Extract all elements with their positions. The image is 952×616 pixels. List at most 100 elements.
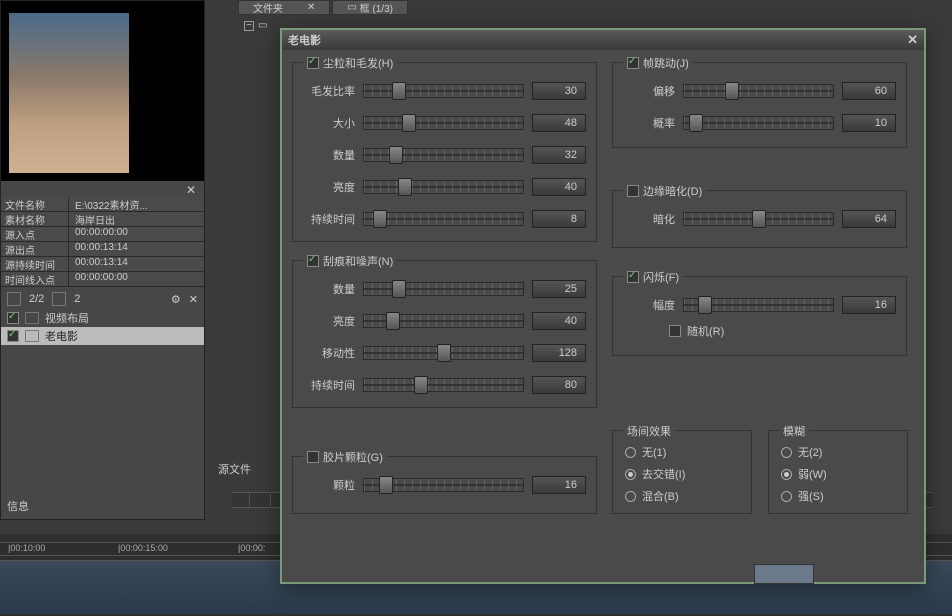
slider-row: 持续时间 8: [293, 203, 596, 235]
slider[interactable]: [683, 116, 834, 130]
slider-label: 大小: [303, 115, 355, 131]
slider[interactable]: [363, 314, 524, 328]
radio-label: 弱(W): [798, 466, 827, 482]
radio[interactable]: [781, 447, 792, 458]
slider-row: 亮度 40: [293, 305, 596, 337]
group-label: 胶片颗粒(G): [323, 449, 383, 465]
radio-option[interactable]: 强(S): [769, 485, 907, 507]
node-icon: ▭: [258, 20, 267, 31]
slider[interactable]: [363, 478, 524, 492]
close-icon[interactable]: ✕: [907, 32, 918, 48]
slider-row: 数量 32: [293, 139, 596, 171]
effect-item[interactable]: 视频布局: [1, 309, 204, 327]
slider-value[interactable]: 16: [532, 476, 586, 494]
property-label: 源出点: [1, 242, 69, 256]
radio[interactable]: [625, 469, 636, 480]
property-row: 源出点00:00:13:14: [1, 242, 204, 257]
random-checkbox-row: 随机(R): [613, 321, 906, 339]
radio-option[interactable]: 混合(B): [613, 485, 751, 507]
slider-row: 颗粒 16: [293, 469, 596, 501]
slider[interactable]: [363, 282, 524, 296]
slider-row: 移动性 128: [293, 337, 596, 369]
effect-icon: [25, 330, 39, 342]
checkbox[interactable]: [307, 451, 319, 463]
checkbox[interactable]: [669, 325, 681, 337]
play-icon[interactable]: [232, 493, 250, 507]
checkbox[interactable]: [627, 185, 639, 197]
checkbox[interactable]: [307, 255, 319, 267]
slider-row: 幅度 16: [613, 289, 906, 321]
slider[interactable]: [363, 212, 524, 226]
group-dust: 尘粒和毛发(H)毛发比率 30大小 48数量 32亮度 40持续时间 8: [292, 62, 597, 242]
tab-panel[interactable]: ▭ 框 (1/3): [332, 0, 408, 15]
slider-value[interactable]: 128: [532, 344, 586, 362]
page-index: 2: [74, 293, 80, 305]
radio[interactable]: [625, 491, 636, 502]
slider-value[interactable]: 80: [532, 376, 586, 394]
timeline-tick: 00:00:15:00: [120, 543, 168, 553]
slider-value[interactable]: 25: [532, 280, 586, 298]
timeline-tick: 00:00:: [240, 543, 265, 553]
slider-value[interactable]: 16: [842, 296, 896, 314]
slider[interactable]: [363, 116, 524, 130]
dialog-title: 老电影: [288, 32, 321, 48]
slider-value[interactable]: 10: [842, 114, 896, 132]
slider[interactable]: [683, 212, 834, 226]
group-flicker: 闪烁(F)幅度 16随机(R): [612, 276, 907, 356]
radio-option[interactable]: 无(2): [769, 441, 907, 463]
checkbox[interactable]: [307, 57, 319, 69]
slider[interactable]: [683, 298, 834, 312]
radio-label: 混合(B): [642, 488, 679, 504]
stop-icon[interactable]: [253, 493, 271, 507]
radio[interactable]: [781, 491, 792, 502]
slider[interactable]: [363, 180, 524, 194]
page-icon[interactable]: [7, 292, 21, 306]
slider[interactable]: [363, 378, 524, 392]
slider[interactable]: [363, 148, 524, 162]
slider-value[interactable]: 32: [532, 146, 586, 164]
slider-label: 偏移: [623, 83, 675, 99]
slider-row: 概率 10: [613, 107, 906, 139]
radio-option[interactable]: 去交错(I): [613, 463, 751, 485]
checkbox[interactable]: [7, 312, 19, 324]
checkbox[interactable]: [7, 330, 19, 342]
gear-icon[interactable]: ⚙: [171, 293, 181, 306]
property-row: 文件名称E:\0322素材资...: [1, 197, 204, 212]
radio[interactable]: [625, 447, 636, 458]
checkbox[interactable]: [627, 271, 639, 283]
property-label: 文件名称: [1, 197, 69, 211]
slider-value[interactable]: 60: [842, 82, 896, 100]
slider-label: 概率: [623, 115, 675, 131]
page-bar: 2/2 2 ⚙ ✕: [1, 289, 204, 309]
checkbox[interactable]: [627, 57, 639, 69]
slider-value[interactable]: 8: [532, 210, 586, 228]
page-icon-2[interactable]: [52, 292, 66, 306]
effect-item[interactable]: 老电影: [1, 327, 204, 345]
slider-label: 数量: [303, 281, 355, 297]
group-field-effect: 场间效果无(1)去交错(I)混合(B): [612, 430, 752, 514]
slider[interactable]: [363, 84, 524, 98]
slider-value[interactable]: 64: [842, 210, 896, 228]
property-row: 源入点00:00:00:00: [1, 227, 204, 242]
close-icon[interactable]: ✕: [307, 2, 315, 13]
slider-value[interactable]: 40: [532, 312, 586, 330]
close-icon[interactable]: ✕: [186, 183, 198, 195]
tree-node[interactable]: −▭: [244, 20, 267, 31]
slider[interactable]: [363, 346, 524, 360]
tab-folder[interactable]: 文件夹✕: [238, 0, 330, 15]
group-label: 尘粒和毛发(H): [323, 55, 393, 71]
random-label: 随机(R): [687, 323, 724, 339]
slider[interactable]: [683, 84, 834, 98]
close-icon[interactable]: ✕: [189, 293, 198, 306]
slider-row: 暗化 64: [613, 203, 906, 235]
slider-value[interactable]: 30: [532, 82, 586, 100]
slider-value[interactable]: 48: [532, 114, 586, 132]
slider-value[interactable]: 40: [532, 178, 586, 196]
radio[interactable]: [781, 469, 792, 480]
radio-option[interactable]: 无(1): [613, 441, 751, 463]
left-panel: ✕ 文件名称E:\0322素材资...素材名称海岸日出源入点00:00:00:0…: [0, 0, 205, 520]
radio-option[interactable]: 弱(W): [769, 463, 907, 485]
property-value: 00:00:13:14: [69, 257, 204, 271]
slider-row: 数量 25: [293, 273, 596, 305]
dialog-titlebar[interactable]: 老电影 ✕: [282, 30, 924, 50]
